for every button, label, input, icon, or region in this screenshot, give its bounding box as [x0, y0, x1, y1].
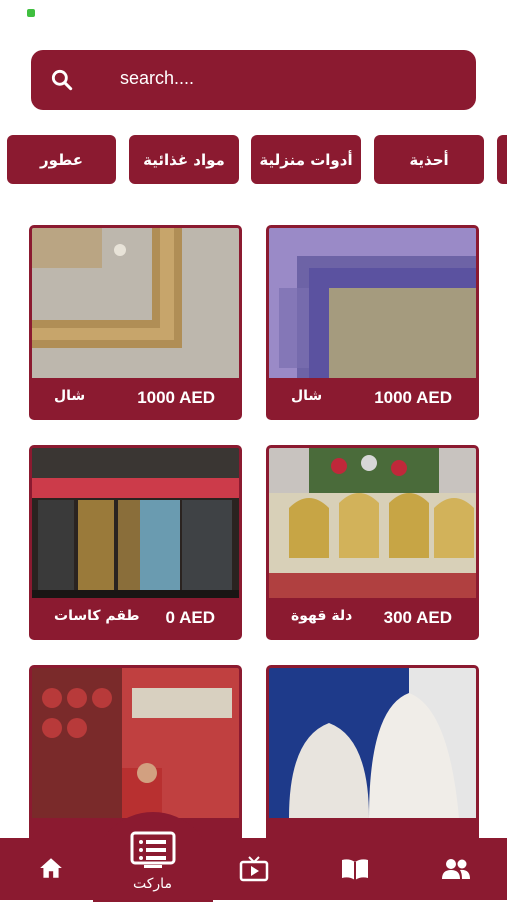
product-image [32, 448, 239, 598]
product-price: 1000 AED [374, 388, 452, 407]
category-label: عطور [40, 150, 83, 169]
people-icon[interactable] [440, 857, 472, 881]
product-image [269, 228, 476, 378]
category-label: أحذية [409, 150, 449, 169]
tv-icon[interactable] [239, 855, 269, 882]
product-image [269, 448, 476, 598]
search-bar[interactable]: search.... [31, 50, 476, 110]
search-icon [51, 69, 73, 91]
category-partial[interactable] [497, 135, 507, 184]
nav-label-market: ماركت [133, 876, 172, 892]
category-label: أدوات منزلية [259, 150, 353, 169]
product-image [32, 228, 239, 378]
category-row: عطور مواد غذائية أدوات منزلية أحذية [0, 135, 507, 185]
product-card[interactable]: طقم كاسات 0 AED [29, 445, 242, 640]
product-name: شال [291, 388, 323, 404]
product-card[interactable] [266, 665, 479, 860]
product-name: طقم كاسات [54, 608, 140, 624]
product-card[interactable]: شال 1000 AED [266, 225, 479, 420]
market-list-icon[interactable] [130, 831, 176, 869]
product-name: دلة قهوة [291, 608, 353, 624]
category-household[interactable]: أدوات منزلية [251, 135, 361, 184]
category-shoes[interactable]: أحذية [374, 135, 484, 184]
product-footer: طقم كاسات 0 AED [32, 598, 239, 637]
product-card[interactable]: شال 1000 AED [29, 225, 242, 420]
search-input[interactable]: search.... [120, 68, 194, 89]
category-food[interactable]: مواد غذائية [129, 135, 239, 184]
product-price: 300 AED [383, 608, 452, 627]
product-footer: شال 1000 AED [32, 378, 239, 417]
product-name: شال [54, 388, 86, 404]
category-perfumes[interactable]: عطور [7, 135, 116, 184]
home-icon[interactable] [38, 856, 64, 880]
product-card[interactable]: دلة قهوة 300 AED [266, 445, 479, 640]
book-icon[interactable] [340, 857, 370, 881]
product-footer: شال 1000 AED [269, 378, 476, 417]
product-price: 1000 AED [137, 388, 215, 407]
product-footer: دلة قهوة 300 AED [269, 598, 476, 637]
product-image [32, 668, 239, 818]
signal-icon [27, 9, 35, 17]
product-image [269, 668, 476, 818]
status-bar [0, 0, 507, 28]
product-price: 0 AED [165, 608, 215, 627]
category-label: مواد غذائية [143, 150, 225, 169]
